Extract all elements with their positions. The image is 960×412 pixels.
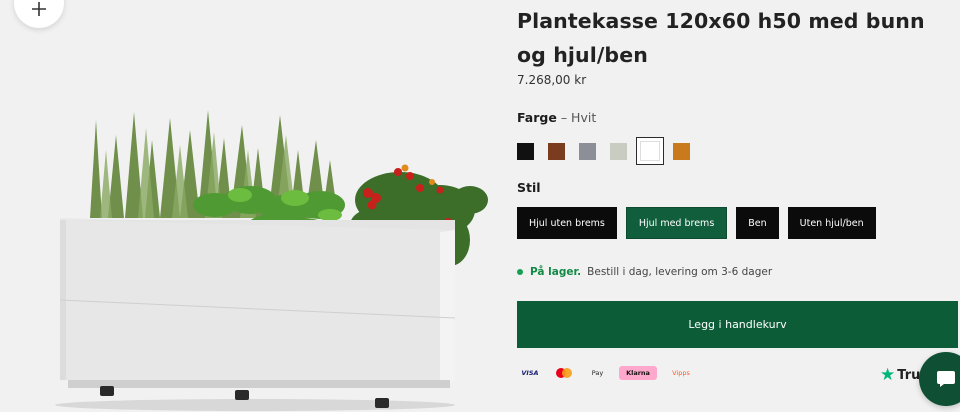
klarna-icon: Klarna bbox=[619, 366, 657, 380]
style-option-hjul-med-brems[interactable]: Hjul med brems bbox=[625, 207, 728, 239]
style-options: Hjul uten brems Hjul med brems Ben Uten … bbox=[517, 207, 885, 239]
swatch-orange[interactable] bbox=[673, 142, 690, 160]
payment-methods: VISA Pay Klarna Vipps bbox=[517, 366, 705, 380]
visa-icon: VISA bbox=[521, 369, 539, 377]
delivery-estimate: Bestill i dag, levering om 3-6 dager bbox=[587, 266, 773, 278]
stock-label: På lager. bbox=[530, 266, 582, 278]
color-swatches bbox=[517, 136, 704, 166]
product-image bbox=[0, 0, 500, 412]
stock-dot-icon bbox=[517, 269, 523, 275]
style-option-uten-hjul-ben[interactable]: Uten hjul/ben bbox=[787, 207, 876, 239]
swatch-brown[interactable] bbox=[548, 142, 565, 160]
apple-pay-icon: Pay bbox=[585, 366, 609, 380]
color-separator: – bbox=[556, 110, 572, 125]
color-label-text: Farge bbox=[517, 110, 557, 125]
vipps-icon: Vipps bbox=[672, 369, 690, 377]
color-selected-value: Hvit bbox=[571, 110, 597, 125]
stock-status: På lager. Bestill i dag, levering om 3-6… bbox=[517, 266, 772, 278]
trustpilot-star-icon: ★ bbox=[880, 365, 896, 385]
trustpilot-text: Tru bbox=[897, 368, 921, 383]
product-title: Plantekasse 120x60 h50 med bunn og hjul/… bbox=[517, 9, 925, 67]
add-to-cart-button[interactable]: Legg i handlekurv bbox=[517, 301, 958, 348]
mastercard-icon bbox=[553, 366, 575, 380]
apple-pay-label: Pay bbox=[591, 369, 604, 377]
product-price: 7.268,00 kr bbox=[517, 73, 587, 87]
swatch-light-grey[interactable] bbox=[610, 142, 627, 160]
trustpilot-badge[interactable]: ★ Tru bbox=[880, 367, 920, 384]
style-option-ben[interactable]: Ben bbox=[736, 207, 779, 239]
style-label: Stil bbox=[517, 180, 541, 195]
style-option-hjul-uten-brems[interactable]: Hjul uten brems bbox=[517, 207, 617, 239]
chat-bubble-icon bbox=[937, 371, 955, 387]
chat-button[interactable] bbox=[919, 352, 960, 406]
color-label: Farge – Hvit bbox=[517, 110, 596, 125]
swatch-white[interactable] bbox=[636, 137, 664, 165]
swatch-black[interactable] bbox=[517, 142, 534, 160]
swatch-grey[interactable] bbox=[579, 142, 596, 160]
